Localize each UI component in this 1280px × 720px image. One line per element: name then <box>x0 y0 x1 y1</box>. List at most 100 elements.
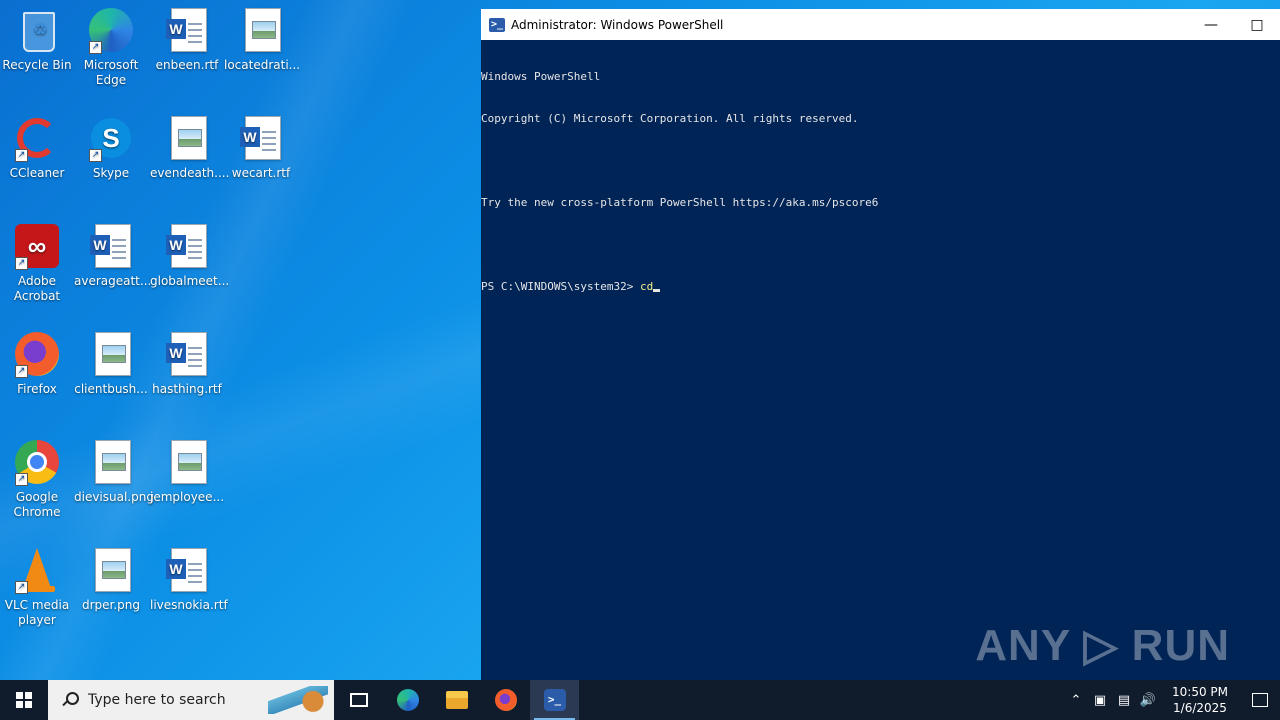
desktop-icon-hasthing[interactable]: Whasthing.rtf <box>150 330 224 397</box>
desktop-icon-label: locatedrati... <box>224 58 301 72</box>
word-document-icon: W <box>163 546 211 594</box>
image-file-icon <box>237 6 285 54</box>
desktop-icon-enbeen[interactable]: Wenbeen.rtf <box>150 6 224 73</box>
desktop-icon-wecart[interactable]: Wwecart.rtf <box>224 114 298 181</box>
shortcut-arrow-icon: ↗ <box>15 581 28 594</box>
desktop-icon-skype[interactable]: S ↗ Skype <box>74 114 148 181</box>
desktop-icon-label: clientbush... <box>74 382 148 396</box>
image-file-icon <box>87 330 135 378</box>
desktop-icon-label: Adobe Acrobat <box>13 274 61 303</box>
image-file-icon <box>87 438 135 486</box>
desktop-icon-label: globalmeet... <box>150 274 230 288</box>
desktop-icon-label: Skype <box>92 166 130 180</box>
start-button[interactable] <box>0 680 48 720</box>
image-file-icon <box>163 114 211 162</box>
desktop-icon-google-chrome[interactable]: ↗ Google Chrome <box>0 438 74 520</box>
prompt: PS C:\WINDOWS\system32> <box>481 280 640 293</box>
recycle-bin-icon: ♻ <box>13 6 61 54</box>
notification-button[interactable] <box>1240 693 1280 707</box>
desktop-icon-recycle-bin[interactable]: ♻ Recycle Bin <box>0 6 74 73</box>
desktop-icon-drper[interactable]: drper.png <box>74 546 148 613</box>
desktop-icon-label: Firefox <box>17 382 57 396</box>
desktop-icon-evendeath[interactable]: evendeath.... <box>150 114 229 181</box>
clock-time: 10:50 PM <box>1172 685 1228 699</box>
desktop-icon-locatedrati[interactable]: locatedrati... <box>224 6 301 73</box>
desktop-icon-label: Microsoft Edge <box>83 58 139 87</box>
image-file-icon <box>163 438 211 486</box>
desktop-icon-firefox[interactable]: ↗ Firefox <box>0 330 74 397</box>
minimize-button[interactable]: — <box>1188 9 1234 40</box>
taskbar-file-explorer[interactable] <box>432 680 481 720</box>
shortcut-arrow-icon: ↗ <box>15 473 28 486</box>
system-tray: ⌃ ▣ ▤ 🔊 10:50 PM 1/6/2025 <box>1064 680 1280 720</box>
taskbar: Type here to search >_ ⌃ ▣ ▤ 🔊 10:50 PM … <box>0 680 1280 720</box>
desktop-icon-label: drper.png <box>81 598 141 612</box>
taskbar-firefox[interactable] <box>481 680 530 720</box>
powershell-window[interactable]: >_ Administrator: Windows PowerShell — □… <box>481 9 1280 680</box>
windows-logo-icon <box>16 692 32 708</box>
volume-icon[interactable]: 🔊 <box>1136 693 1160 708</box>
shortcut-arrow-icon: ↗ <box>89 41 102 54</box>
powershell-icon: >_ <box>489 17 505 32</box>
network-icon[interactable]: ▤ <box>1112 693 1136 708</box>
window-title: Administrator: Windows PowerShell <box>511 17 724 32</box>
chevron-up-icon[interactable]: ⌃ <box>1064 693 1088 708</box>
desktop-icon-microsoft-edge[interactable]: ↗ Microsoft Edge <box>74 6 148 88</box>
desktop-icon-adobe-acrobat[interactable]: ∞ ↗ Adobe Acrobat <box>0 222 74 304</box>
clock-date: 1/6/2025 <box>1173 701 1227 715</box>
desktop-icon-clientbush[interactable]: clientbush... <box>74 330 148 397</box>
desktop-icon-label: hasthing.rtf <box>152 382 222 396</box>
desktop-icon-jemployee[interactable]: jemployee... <box>150 438 224 505</box>
shortcut-arrow-icon: ↗ <box>15 365 28 378</box>
maximize-button[interactable]: □ <box>1234 9 1280 40</box>
task-view-button[interactable] <box>334 680 383 720</box>
firefox-icon <box>494 689 517 711</box>
desktop-icon-label: Recycle Bin <box>2 58 72 72</box>
desktop-icon-ccleaner[interactable]: ↗ CCleaner <box>0 114 74 181</box>
word-document-icon: W <box>163 330 211 378</box>
word-document-icon: W <box>163 222 211 270</box>
desktop-icon-label: Google Chrome <box>13 490 61 519</box>
powershell-icon: >_ <box>543 689 566 711</box>
desktop-icon-label: VLC media player <box>4 598 70 627</box>
search-highlight-image <box>268 686 328 714</box>
command-input[interactable]: cd <box>640 280 653 293</box>
clock[interactable]: 10:50 PM 1/6/2025 <box>1160 684 1240 716</box>
vlc-icon: ↗ <box>13 546 61 594</box>
desktop-icon-label: dievisual.png <box>74 490 154 504</box>
desktop-icon-livesnokia[interactable]: Wlivesnokia.rtf <box>150 546 228 613</box>
meet-now-icon[interactable]: ▣ <box>1088 693 1112 708</box>
anyrun-watermark: ANY ▷ RUN <box>975 621 1230 670</box>
window-titlebar[interactable]: >_ Administrator: Windows PowerShell — □ <box>481 9 1280 40</box>
text-cursor <box>653 289 661 292</box>
firefox-icon: ↗ <box>13 330 61 378</box>
desktop-icon-dievisual[interactable]: dievisual.png <box>74 438 154 505</box>
edge-icon: ↗ <box>87 6 135 54</box>
notification-icon <box>1252 693 1268 707</box>
desktop-icon-label: jemployee... <box>150 490 225 504</box>
folder-icon <box>445 691 468 709</box>
edge-icon <box>396 689 419 711</box>
console-line: Copyright (C) Microsoft Corporation. All… <box>481 112 859 125</box>
desktop-icon-label: enbeen.rtf <box>155 58 219 72</box>
skype-icon: S ↗ <box>87 114 135 162</box>
chrome-icon: ↗ <box>13 438 61 486</box>
prompt-line[interactable]: PS C:\WINDOWS\system32> cd <box>481 280 1280 294</box>
search-box[interactable]: Type here to search <box>48 680 334 720</box>
taskbar-edge[interactable] <box>383 680 432 720</box>
word-document-icon: W <box>237 114 285 162</box>
desktop-icon-label: averageatt... <box>74 274 152 288</box>
adobe-acrobat-icon: ∞ ↗ <box>13 222 61 270</box>
desktop-icon-label: livesnokia.rtf <box>150 598 228 612</box>
console-output[interactable]: Windows PowerShell Copyright (C) Microso… <box>481 40 1280 322</box>
desktop-icon-vlc[interactable]: ↗ VLC media player <box>0 546 74 628</box>
search-placeholder: Type here to search <box>88 692 226 708</box>
word-document-icon: W <box>87 222 135 270</box>
shortcut-arrow-icon: ↗ <box>89 149 102 162</box>
desktop-icon-averageatt[interactable]: Waverageatt... <box>74 222 152 289</box>
task-view-icon <box>349 693 368 707</box>
desktop-icon-globalmeet[interactable]: Wglobalmeet... <box>150 222 230 289</box>
taskbar-powershell[interactable]: >_ <box>530 680 579 720</box>
